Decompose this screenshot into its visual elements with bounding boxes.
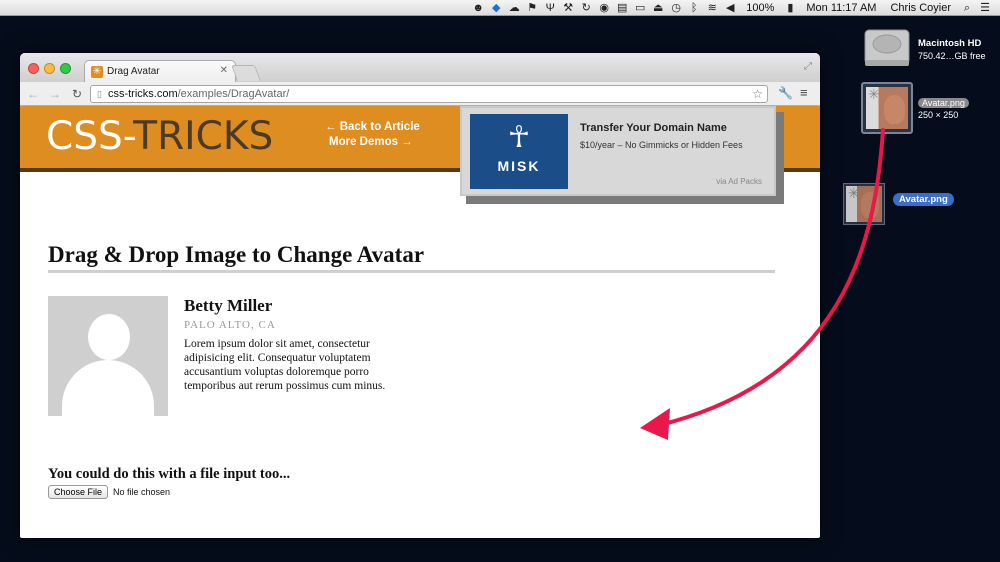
drag-arrow-head xyxy=(640,408,670,440)
drag-arrow xyxy=(640,128,885,440)
drag-arrow-path xyxy=(658,128,885,427)
